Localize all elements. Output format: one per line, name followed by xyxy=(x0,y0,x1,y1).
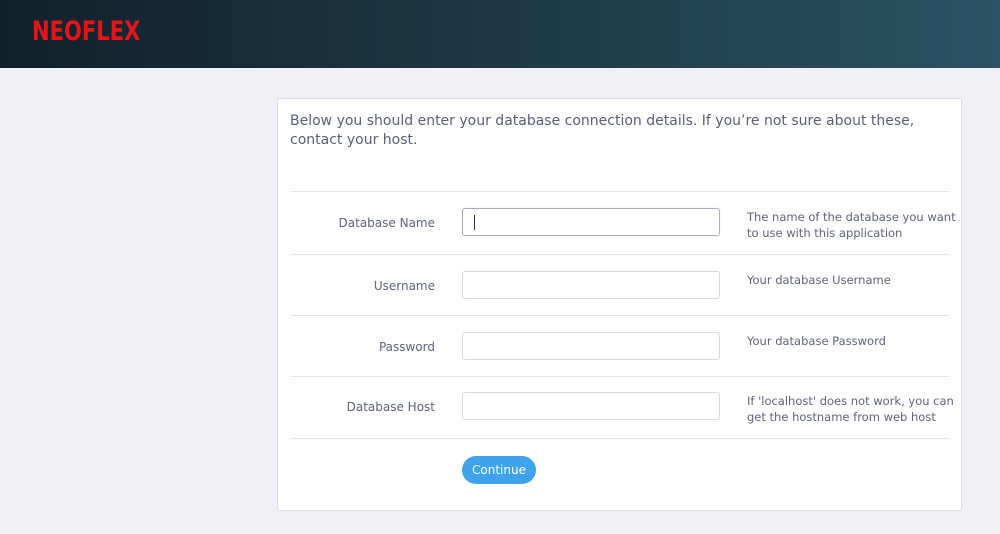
database-name-help: The name of the database you want to use… xyxy=(747,210,956,240)
continue-button[interactable]: Continue xyxy=(462,456,536,484)
database-host-label: Database Host xyxy=(346,400,435,414)
database-name-label: Database Name xyxy=(338,216,435,230)
top-header-bar: NEOFLEX xyxy=(0,0,1000,68)
divider xyxy=(291,376,949,377)
divider xyxy=(291,315,949,316)
divider xyxy=(291,191,949,192)
database-host-input[interactable] xyxy=(462,392,720,420)
password-help: Your database Password xyxy=(747,334,886,348)
username-label: Username xyxy=(373,279,435,293)
password-input[interactable] xyxy=(462,332,720,360)
neoflex-logo[interactable]: NEOFLEX xyxy=(32,15,140,49)
database-host-help: If 'localhost' does not work, you can ge… xyxy=(747,394,954,424)
database-setup-panel: Below you should enter your database con… xyxy=(277,98,962,511)
username-input[interactable] xyxy=(462,271,720,299)
text-caret xyxy=(474,215,475,230)
password-label: Password xyxy=(378,340,435,354)
divider xyxy=(291,254,949,255)
username-help: Your database Username xyxy=(747,273,891,287)
divider xyxy=(291,438,949,439)
intro-text: Below you should enter your database con… xyxy=(290,113,915,148)
database-name-input[interactable] xyxy=(462,208,720,236)
